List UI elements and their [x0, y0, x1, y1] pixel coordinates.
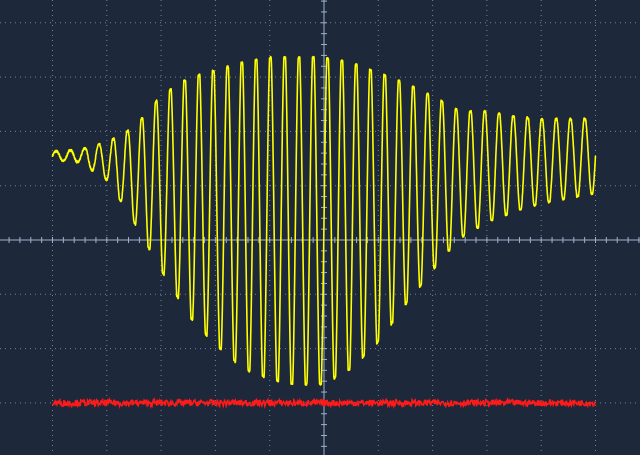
oscilloscope-screen — [0, 0, 640, 455]
screen-background — [0, 0, 640, 455]
